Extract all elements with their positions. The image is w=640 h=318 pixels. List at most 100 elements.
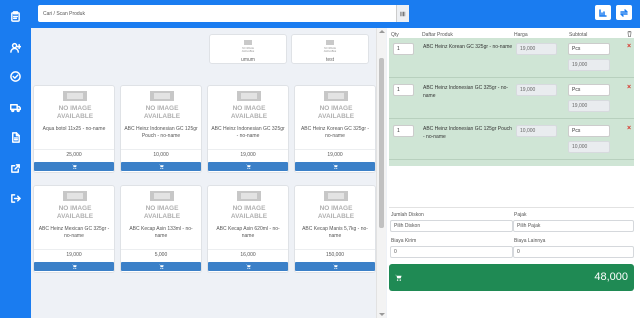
no-image-placeholder: NO IMAGE AVAILABLE (43, 191, 107, 224)
order-row: 1 ABC Heinz Indonesian GC 325gr - no-name… (389, 79, 634, 119)
search-input[interactable] (38, 5, 396, 22)
no-image-placeholder: NO IMAGE AVAILABLE (239, 40, 257, 53)
no-image-placeholder: NO IMAGE AVAILABLE (304, 91, 368, 124)
add-to-cart-button[interactable] (121, 262, 201, 271)
scroll-down-arrow[interactable] (379, 313, 385, 316)
no-image-line2: AVAILABLE (144, 213, 181, 220)
check-circle-icon[interactable] (8, 69, 23, 83)
product-card[interactable]: NO IMAGE AVAILABLE ABC Kecap Asin 620ml - … (207, 185, 289, 273)
product-card[interactable]: NO IMAGE AVAILABLE ABC Heinz Indonesian GC… (120, 85, 202, 173)
scrollbar-thumb[interactable] (379, 58, 384, 228)
no-image-placeholder: NO IMAGE AVAILABLE (321, 40, 339, 53)
search-bar (38, 5, 409, 22)
no-image-line1: NO IMAGE (59, 105, 93, 112)
sign-out-icon[interactable] (8, 191, 23, 205)
order-row: 1 ABC Heinz Indonesian GC 125gr Pouch - n… (389, 120, 634, 160)
subtotal-field: 10,000 (568, 141, 610, 153)
other-cost-label: Biaya Lainnya (514, 238, 546, 244)
tax-select[interactable]: Pilih Pajak (513, 220, 634, 232)
add-to-cart-button[interactable] (34, 262, 114, 271)
unit-select[interactable]: Pcs (568, 43, 610, 55)
no-image-line1: NO IMAGE (146, 205, 180, 212)
share-icon[interactable] (8, 161, 23, 175)
add-to-cart-button[interactable] (295, 162, 375, 171)
order-product-name: ABC Heinz Indonesian GC 325gr - no-name (423, 85, 509, 99)
qty-input[interactable]: 1 (393, 125, 414, 137)
divider (295, 249, 375, 250)
product-price: 10,000 (153, 152, 169, 158)
discount-select[interactable]: Pilih Diskon (390, 220, 513, 232)
order-row: 1 ABC Heinz Korean GC 325gr - no-name 19,0… (389, 38, 634, 78)
product-price: 16,000 (240, 252, 256, 258)
order-list: 1 ABC Heinz Korean GC 325gr - no-name 19,0… (389, 38, 634, 166)
add-user-icon[interactable] (8, 40, 23, 54)
product-card[interactable]: NO IMAGE AVAILABLE Aqua botol 11x25 - no-n… (33, 85, 115, 173)
scroll-up-arrow[interactable] (379, 30, 385, 33)
product-name: Aqua botol 11x25 - no-name (42, 126, 106, 132)
barcode-scan-button[interactable] (396, 5, 409, 22)
cart-icon (395, 274, 402, 281)
add-to-cart-button[interactable] (208, 162, 288, 171)
no-image-line2: AVAILABLE (318, 113, 355, 120)
product-card[interactable]: NO IMAGE AVAILABLE ABC Heinz Korean GC 325… (294, 85, 376, 173)
divider (208, 149, 288, 150)
product-price: 19,000 (240, 152, 256, 158)
product-card[interactable]: NO IMAGE AVAILABLE ABC Heinz Mexican GC 32… (33, 185, 115, 273)
no-image-placeholder: NO IMAGE AVAILABLE (217, 91, 281, 124)
scrollbar[interactable] (376, 28, 386, 318)
no-image-line2: AVAILABLE (231, 113, 268, 120)
swap-button[interactable] (616, 5, 632, 20)
category-umum[interactable]: NO IMAGE AVAILABLE umum (209, 34, 287, 64)
remove-item-button[interactable]: × (627, 43, 631, 50)
add-to-cart-button[interactable] (121, 162, 201, 171)
cart-icon (158, 164, 164, 169)
remove-item-button[interactable]: × (627, 84, 631, 91)
remove-item-button[interactable]: × (627, 125, 631, 132)
qty-input[interactable]: 1 (393, 84, 414, 96)
unit-select[interactable]: Pcs (568, 125, 610, 137)
product-name: ABC Heinz Indonesian GC 125gr Pouch - no… (124, 126, 198, 139)
divider (295, 149, 375, 150)
category-test[interactable]: NO IMAGE AVAILABLE test (291, 34, 369, 64)
tax-label: Pajak (514, 212, 527, 218)
trash-icon[interactable] (627, 31, 632, 37)
barcode-icon (400, 11, 406, 16)
chart-button[interactable] (595, 5, 611, 20)
product-grid-pane: NO IMAGE AVAILABLE umum NO IMAGE AVAILABLE… (31, 28, 387, 318)
qty-input[interactable]: 1 (393, 43, 414, 55)
no-image-placeholder: NO IMAGE AVAILABLE (130, 191, 194, 224)
shipping-input[interactable]: 0 (390, 246, 513, 258)
product-card[interactable]: NO IMAGE AVAILABLE ABC Heinz Indonesian GC… (207, 85, 289, 173)
no-image-placeholder: NO IMAGE AVAILABLE (130, 91, 194, 124)
product-name: ABC Kecap Asin 620ml - no-name (216, 226, 280, 239)
no-image-line1: NO IMAGE (59, 205, 93, 212)
product-name: ABC Kecap Manis 5,7kg - no-name (302, 226, 368, 239)
divider (208, 249, 288, 250)
add-to-cart-button[interactable] (34, 162, 114, 171)
bar-chart-icon (599, 8, 607, 17)
divider (121, 149, 201, 150)
order-product-name: ABC Heinz Indonesian GC 125gr Pouch - no… (423, 126, 512, 140)
order-product-name: ABC Heinz Korean GC 325gr - no-name (423, 44, 513, 50)
clipboard-icon[interactable] (8, 9, 23, 23)
product-name: ABC Heinz Mexican GC 325gr - no-name (38, 226, 110, 239)
category-label: umum (241, 57, 255, 63)
no-image-line1: NO IMAGE (320, 105, 354, 112)
no-image-line2: AVAILABLE (57, 113, 94, 120)
cart-icon (332, 164, 338, 169)
no-image-line2: AVAILABLE (231, 213, 268, 220)
sidebar (0, 0, 31, 318)
other-cost-input[interactable]: 0 (513, 246, 634, 258)
total-bar[interactable]: 48,000 (389, 264, 634, 291)
unit-select[interactable]: Pcs (568, 84, 610, 96)
product-card[interactable]: NO IMAGE AVAILABLE ABC Kecap Asin 133ml - … (120, 185, 202, 273)
discount-label: Jumlah Diskon (391, 212, 424, 218)
truck-icon[interactable] (8, 100, 23, 114)
product-card[interactable]: NO IMAGE AVAILABLE ABC Kecap Manis 5,7kg -… (294, 185, 376, 273)
add-to-cart-button[interactable] (295, 262, 375, 271)
product-price: 150,000 (325, 252, 345, 258)
file-invoice-icon[interactable] (8, 130, 23, 144)
swap-icon (620, 8, 628, 17)
product-name: ABC Heinz Korean GC 325gr - no-name (300, 126, 370, 139)
add-to-cart-button[interactable] (208, 262, 288, 271)
